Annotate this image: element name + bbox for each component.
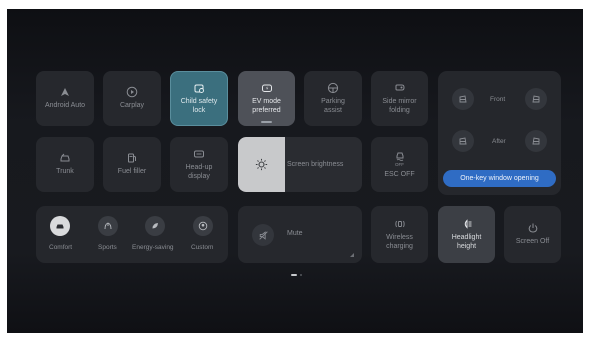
android-auto-tile[interactable]: Android Auto xyxy=(36,71,94,126)
drive-mode-sports-button[interactable] xyxy=(98,216,118,236)
power-icon xyxy=(528,223,537,233)
ev-mode-preferred-tile[interactable]: EV mode preferred xyxy=(238,71,295,126)
esc-car-icon xyxy=(396,152,403,162)
one-key-window-opening-button[interactable]: One-key window opening xyxy=(443,170,556,187)
drive-mode-sports-label: Sports xyxy=(98,244,117,251)
fuel-filler-tile[interactable]: Fuel filler xyxy=(103,137,161,192)
screen-brightness-slider[interactable]: Screen brightness xyxy=(238,137,362,192)
speaker-mute-icon xyxy=(258,230,268,240)
ev-mode-icon xyxy=(261,84,272,93)
carplay-icon xyxy=(126,87,138,98)
hud-label-1: Head-up xyxy=(185,164,213,172)
page-dot-active[interactable] xyxy=(291,274,297,276)
sports-icon xyxy=(104,222,112,230)
front-right-window-button[interactable] xyxy=(525,88,547,110)
drive-mode-custom-label: Custom xyxy=(191,244,214,251)
hud-label-2: display xyxy=(188,172,210,180)
window-icon xyxy=(459,95,467,103)
wireless-charging-icon xyxy=(394,221,405,228)
window-control-panel: Front After One-key window opening xyxy=(438,71,561,195)
wireless-charging-label-2: charging xyxy=(386,242,413,250)
ev-mode-label-1: EV mode xyxy=(252,98,281,106)
comfort-car-icon xyxy=(56,224,64,229)
hud-icon xyxy=(194,150,204,158)
esc-off-badge: OFF xyxy=(395,162,404,168)
trunk-icon xyxy=(60,154,70,162)
ev-mode-label-2: preferred xyxy=(252,106,281,114)
android-auto-label: Android Auto xyxy=(44,102,86,110)
esc-off-tile[interactable]: OFF ESC OFF xyxy=(371,137,428,192)
drive-mode-custom-button[interactable] xyxy=(193,216,213,236)
drive-mode-panel: Comfort Sports Energy-saving Custom xyxy=(36,206,228,263)
page-indicator xyxy=(291,274,305,277)
front-windows-label: Front xyxy=(490,96,506,103)
side-mirror-label-1: Side mirror xyxy=(382,98,417,106)
window-icon xyxy=(459,137,467,145)
expand-corner-icon xyxy=(350,253,354,257)
fuel-pump-icon xyxy=(128,153,136,163)
control-center-screen: Android Auto Carplay Child safety lock E… xyxy=(7,9,583,333)
steering-wheel-icon xyxy=(327,83,339,94)
headlight-height-label-2: height xyxy=(456,242,477,250)
parking-assist-label-1: Parking xyxy=(321,98,345,106)
leaf-icon xyxy=(152,223,158,229)
headlight-height-tile[interactable]: Headlight height xyxy=(438,206,495,263)
custom-user-icon xyxy=(198,221,208,231)
side-mirror-icon xyxy=(395,84,405,91)
child-safety-lock-tile[interactable]: Child safety lock xyxy=(170,71,228,126)
wireless-charging-label-1: Wireless xyxy=(386,234,413,242)
window-icon xyxy=(532,95,540,103)
trunk-label: Trunk xyxy=(56,168,74,176)
page-dot-inactive[interactable] xyxy=(300,274,302,276)
head-up-display-tile[interactable]: Head-up display xyxy=(170,137,228,192)
rear-right-window-button[interactable] xyxy=(525,130,547,152)
side-mirror-label-2: folding xyxy=(389,106,410,114)
drive-mode-comfort-label: Comfort xyxy=(49,244,73,251)
sun-icon xyxy=(255,158,268,171)
child-lock-label-1: Child safety xyxy=(180,98,218,106)
screen-off-label: Screen Off xyxy=(515,238,550,246)
esc-off-label: ESC OFF xyxy=(384,170,415,178)
ev-mode-indicator xyxy=(261,121,272,123)
child-lock-icon xyxy=(194,84,204,94)
trunk-tile[interactable]: Trunk xyxy=(36,137,94,192)
carplay-label: Carplay xyxy=(119,102,145,110)
mute-label: Mute xyxy=(287,230,303,237)
fuel-filler-label: Fuel filler xyxy=(117,168,147,176)
rear-windows-label: After xyxy=(492,138,506,145)
carplay-tile[interactable]: Carplay xyxy=(103,71,161,126)
side-mirror-folding-tile[interactable]: Side mirror folding xyxy=(371,71,428,126)
drive-mode-energy-saving-button[interactable] xyxy=(145,216,165,236)
rear-left-window-button[interactable] xyxy=(452,130,474,152)
android-auto-icon xyxy=(61,88,69,97)
headlight-height-label-1: Headlight xyxy=(451,234,482,242)
front-left-window-button[interactable] xyxy=(452,88,474,110)
parking-assist-label-2: assist xyxy=(324,106,342,114)
child-lock-label-2: lock xyxy=(192,106,206,114)
screen-off-tile[interactable]: Screen Off xyxy=(504,206,561,263)
headlight-icon xyxy=(464,219,471,230)
volume-mute-slider[interactable]: Mute xyxy=(238,206,362,263)
window-icon xyxy=(532,137,540,145)
parking-assist-tile[interactable]: Parking assist xyxy=(304,71,362,126)
screen-brightness-label: Screen brightness xyxy=(287,161,344,168)
drive-mode-energy-saving-label: Energy-saving xyxy=(132,244,174,251)
one-key-window-label: One-key window opening xyxy=(460,175,539,182)
wireless-charging-tile[interactable]: Wireless charging xyxy=(371,206,428,263)
drive-mode-comfort-button[interactable] xyxy=(50,216,70,236)
mute-button[interactable] xyxy=(252,224,274,246)
